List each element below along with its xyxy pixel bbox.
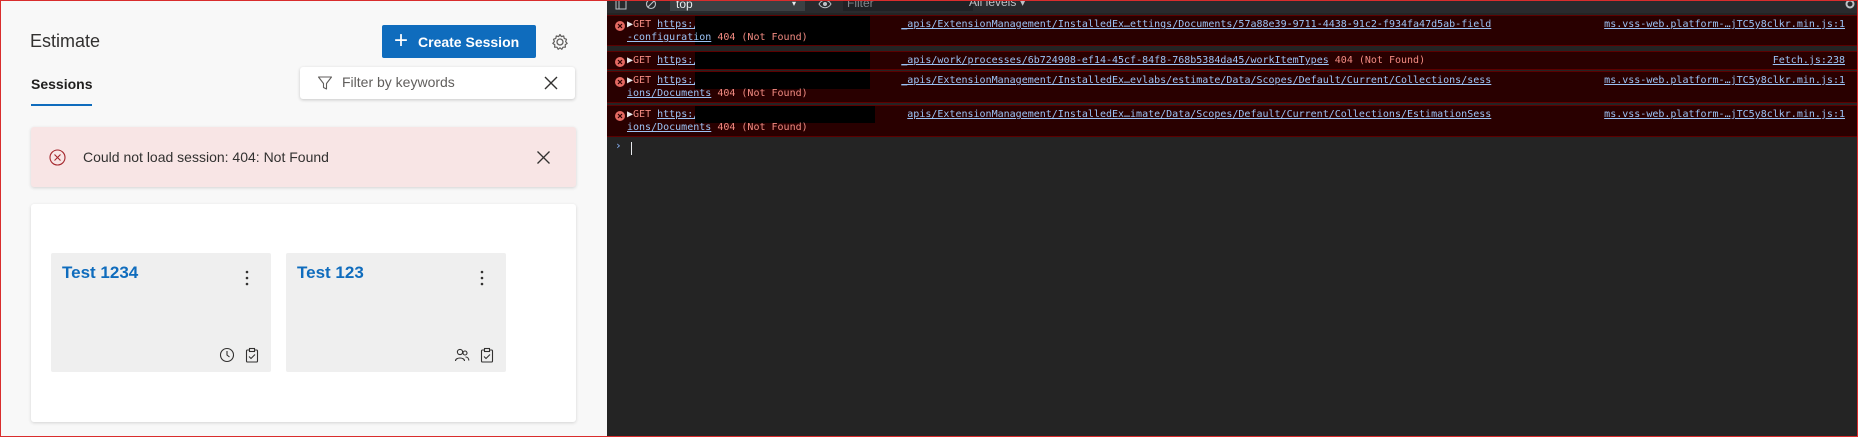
sidebar-toggle-icon[interactable] — [615, 1, 627, 10]
request-url-prefix[interactable]: https:/ — [657, 109, 699, 120]
error-message-text: Could not load session: 404: Not Found — [83, 149, 329, 165]
redacted-region — [695, 72, 870, 89]
session-card[interactable]: Test 123 — [286, 253, 506, 372]
tab-underline — [31, 104, 92, 106]
context-selector[interactable]: top ▾ — [670, 1, 805, 11]
status-text: 404 (Not Found) — [717, 88, 808, 99]
more-options-icon[interactable] — [244, 269, 250, 287]
request-method: GET — [633, 75, 652, 86]
more-options-icon[interactable] — [479, 269, 485, 287]
error-icon — [615, 77, 625, 87]
session-card-title[interactable]: Test 1234 — [62, 263, 138, 283]
session-card[interactable]: Test 1234 — [51, 253, 271, 372]
plus-icon: + — [394, 26, 409, 54]
log-levels-dropdown[interactable]: All levels ▾ — [969, 1, 1026, 9]
sessions-panel: Test 1234 Test 123 — [31, 204, 576, 422]
console-filter-input[interactable]: Filter — [843, 1, 973, 11]
source-link[interactable]: Fetch.js:238 — [1773, 55, 1845, 66]
clipboard-icon — [245, 347, 259, 363]
console-prompt-icon: › — [615, 139, 622, 152]
request-url[interactable]: _apis/work/processes/6b724908-ef14-45cf-… — [901, 55, 1328, 66]
context-label: top — [676, 1, 693, 11]
console-input-caret[interactable] — [631, 142, 632, 155]
error-icon — [615, 111, 625, 121]
request-url[interactable]: _apis/ExtensionManagement/InstalledEx…et… — [901, 19, 1491, 30]
filter-icon — [317, 76, 333, 90]
eye-icon[interactable] — [818, 1, 832, 10]
filter-box — [300, 67, 575, 99]
status-text: 404 (Not Found) — [1334, 55, 1426, 66]
request-url[interactable]: apis/ExtensionManagement/InstalledEx…ima… — [907, 109, 1491, 120]
error-message-bar: Could not load session: 404: Not Found — [31, 127, 576, 187]
create-session-button[interactable]: + Create Session — [382, 25, 536, 58]
error-icon — [49, 149, 66, 166]
request-url-prefix[interactable]: https:/ — [657, 55, 699, 66]
clear-console-icon[interactable] — [645, 1, 657, 10]
status-text: 404 (Not Found) — [717, 32, 808, 43]
redacted-region — [695, 52, 870, 69]
error-icon — [615, 57, 625, 67]
request-url[interactable]: _apis/ExtensionManagement/InstalledEx…ev… — [901, 75, 1491, 86]
error-icon — [615, 21, 625, 31]
close-icon[interactable] — [536, 150, 551, 165]
console-toolbar: top ▾ Filter All levels ▾ — [607, 1, 1857, 13]
request-url-continued[interactable]: ions/Documents — [627, 88, 711, 99]
request-url-continued[interactable]: -configuration — [627, 32, 711, 43]
clock-icon — [219, 347, 235, 363]
devtools-console: top ▾ Filter All levels ▾ ▶GET https:/_a… — [607, 1, 1857, 436]
request-url-prefix[interactable]: https:/ — [657, 75, 699, 86]
console-error-entry[interactable]: ▶GET https:/_apis/work/processes/6b72490… — [607, 51, 1857, 70]
estimate-app: Estimate + Create Session Sessions Could… — [1, 1, 607, 436]
filter-input[interactable] — [342, 74, 532, 90]
console-filter-placeholder: Filter — [847, 1, 874, 10]
request-url-continued[interactable]: ions/Documents — [627, 122, 711, 133]
source-link[interactable]: ms.vss-web.platform-…jTC5y8clkr.min.js:1 — [1604, 109, 1845, 120]
tab-sessions[interactable]: Sessions — [31, 76, 92, 92]
status-text: 404 (Not Found) — [717, 122, 808, 133]
console-error-entry[interactable]: ▶GET https:/_apis/ExtensionManagement/In… — [607, 15, 1857, 46]
close-icon[interactable] — [543, 75, 559, 91]
gear-icon[interactable] — [550, 32, 570, 52]
page-title: Estimate — [30, 31, 101, 51]
clipboard-icon — [480, 347, 494, 363]
create-session-label: Create Session — [418, 33, 520, 50]
session-card-title[interactable]: Test 123 — [297, 263, 364, 283]
request-url-prefix[interactable]: https:/ — [657, 19, 699, 30]
console-error-entry[interactable]: ▶GET https:/apis/ExtensionManagement/Ins… — [607, 105, 1857, 137]
source-link[interactable]: ms.vss-web.platform-…jTC5y8clkr.min.js:1 — [1604, 75, 1845, 86]
dropdown-arrow-icon: ▾ — [792, 1, 797, 8]
source-link[interactable]: ms.vss-web.platform-…jTC5y8clkr.min.js:1 — [1604, 19, 1845, 30]
gear-icon[interactable] — [1844, 1, 1856, 10]
request-method: GET — [633, 109, 652, 120]
people-icon — [454, 348, 470, 362]
request-method: GET — [633, 55, 652, 66]
console-error-entry[interactable]: ▶GET https:/_apis/ExtensionManagement/In… — [607, 71, 1857, 103]
redacted-region — [695, 106, 875, 123]
request-method: GET — [633, 19, 652, 30]
